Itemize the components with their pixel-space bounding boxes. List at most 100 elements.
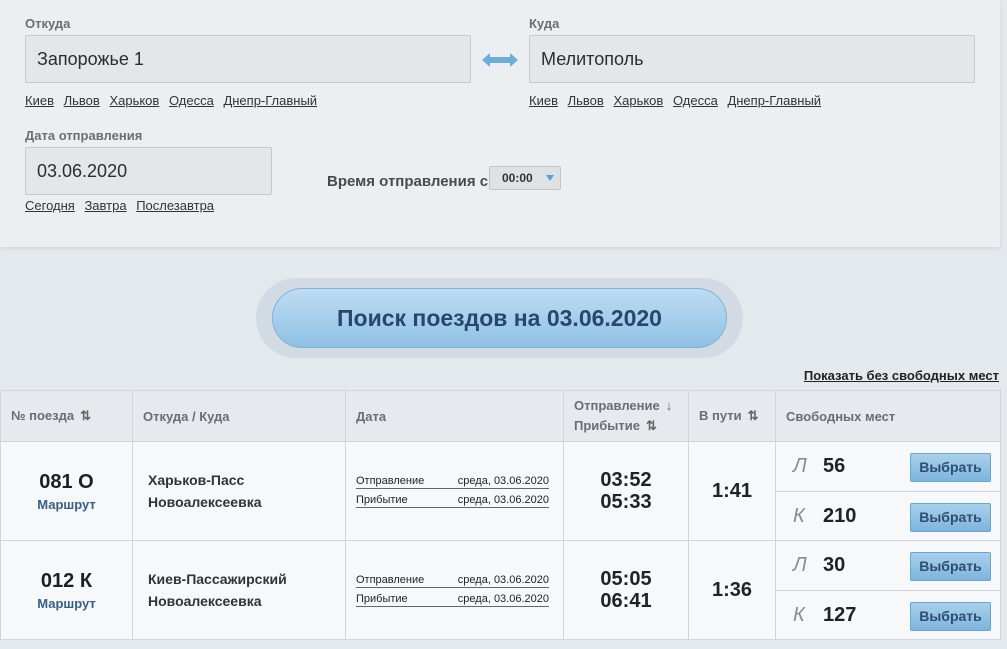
from-quick-city-link[interactable]: Одесса	[169, 93, 214, 108]
header-train-number[interactable]: № поезда ⇅	[0, 390, 133, 442]
sort-arrows-icon[interactable]: ⇅	[748, 408, 759, 423]
seat-type: Л	[793, 554, 807, 576]
arrival-time: 06:41	[600, 590, 652, 612]
header-arrival-label: Прибытие	[574, 418, 640, 433]
from-input[interactable]: Запорожье 1	[25, 35, 471, 83]
header-date: Дата	[345, 390, 564, 442]
to-quick-city-link[interactable]: Львов	[568, 93, 604, 108]
sort-arrows-icon[interactable]: ⇅	[80, 408, 91, 423]
from-station: Харьков-Пасс	[148, 472, 245, 488]
choose-button[interactable]: Выбрать	[910, 453, 991, 482]
from-quick-city-link[interactable]: Львов	[64, 93, 100, 108]
stations-cell: Харьков-Пасс Новоалексеевка	[132, 441, 346, 541]
train-number-cell: 012 К Маршрут	[0, 540, 133, 640]
departure-date-line: Отправление среда, 03.06.2020	[356, 475, 549, 489]
departure-time: 03:52	[600, 469, 652, 491]
departure-time-value: 00:00	[502, 171, 533, 185]
arrival-date-label: Прибытие	[356, 493, 408, 506]
arrival-date-line: Прибытие среда, 03.06.2020	[356, 593, 549, 607]
seat-class-line: Л 56 Выбрать	[776, 442, 1000, 491]
seat-count: 210	[823, 504, 857, 527]
dates-cell: Отправление среда, 03.06.2020 Прибытие сре…	[345, 441, 564, 541]
departure-time-label: Время отправления с	[327, 173, 489, 190]
arrival-date-label: Прибытие	[356, 592, 408, 605]
quick-date-tomorrow-link[interactable]: Завтра	[84, 198, 126, 213]
to-quick-city-link[interactable]: Харьков	[613, 93, 663, 108]
search-form-panel: Откуда Запорожье 1 Киев Львов Харьков Од…	[0, 0, 1000, 247]
seats-cell: Л 30 Выбрать К 127 Выбрать	[775, 540, 1001, 640]
header-seats: Свободных мест	[775, 390, 1001, 442]
choose-button[interactable]: Выбрать	[910, 602, 991, 631]
seats-cell: Л 56 Выбрать К 210 Выбрать	[775, 441, 1001, 541]
to-quick-cities: Киев Львов Харьков Одесса Днепр-Главный	[529, 93, 827, 108]
departure-date-line: Отправление среда, 03.06.2020	[356, 574, 549, 588]
dropdown-triangle-icon	[546, 175, 554, 181]
from-quick-city-link[interactable]: Днепр-Главный	[223, 93, 317, 108]
search-trains-button[interactable]: Поиск поездов на 03.06.2020	[272, 288, 727, 348]
from-label: Откуда	[25, 16, 71, 31]
train-number-cell: 081 О Маршрут	[0, 441, 133, 541]
header-duration-label: В пути	[699, 408, 742, 423]
header-departure-label: Отправление	[574, 398, 660, 413]
table-row: 081 О Маршрут Харьков-Пасс Новоалексеевк…	[0, 441, 1001, 541]
to-quick-city-link[interactable]: Одесса	[673, 93, 718, 108]
train-number: 012 К	[40, 569, 93, 592]
choose-button[interactable]: Выбрать	[910, 552, 991, 581]
departure-date-value: среда, 03.06.2020	[457, 573, 549, 586]
to-quick-city-link[interactable]: Днепр-Главный	[727, 93, 821, 108]
table-header-row: № поезда ⇅ Откуда / Куда Дата Отправление…	[0, 390, 1001, 442]
departure-date-label: Отправление	[356, 474, 425, 487]
header-duration[interactable]: В пути ⇅	[688, 390, 776, 442]
swap-arrows-icon[interactable]	[480, 50, 520, 70]
choose-button[interactable]: Выбрать	[910, 503, 991, 532]
to-station: Новоалексеевка	[148, 494, 262, 510]
departure-date-label: Отправление	[356, 573, 425, 586]
from-quick-cities: Киев Львов Харьков Одесса Днепр-Главный	[25, 93, 323, 108]
to-quick-city-link[interactable]: Киев	[529, 93, 558, 108]
times-cell: 05:05 06:41	[563, 540, 689, 640]
seat-class-line: К 210 Выбрать	[776, 491, 1000, 540]
duration-cell: 1:36	[688, 540, 776, 640]
sort-down-icon[interactable]: ↓	[666, 398, 673, 413]
seat-class-line: Л 30 Выбрать	[776, 541, 1000, 590]
seat-type: Л	[793, 455, 807, 477]
times-cell: 03:52 05:33	[563, 441, 689, 541]
to-station: Новоалексеевка	[148, 593, 262, 609]
departure-time-select[interactable]: 00:00	[489, 166, 561, 190]
trains-table: № поезда ⇅ Откуда / Куда Дата Отправление…	[0, 390, 1001, 640]
quick-date-today-link[interactable]: Сегодня	[25, 198, 75, 213]
search-button-wrap: Поиск поездов на 03.06.2020	[256, 278, 743, 358]
seat-count: 30	[823, 554, 846, 576]
duration-cell: 1:41	[688, 441, 776, 541]
route-link[interactable]: Маршрут	[1, 596, 132, 611]
departure-time: 05:05	[600, 568, 652, 590]
date-input[interactable]: 03.06.2020	[25, 147, 272, 195]
seat-class-line: К 127 Выбрать	[776, 590, 1000, 639]
train-number: 081 О	[39, 470, 94, 493]
show-without-seats-link[interactable]: Показать без свободных мест	[804, 368, 999, 383]
arrival-date-line: Прибытие среда, 03.06.2020	[356, 494, 549, 508]
arrival-date-value: среда, 03.06.2020	[457, 592, 549, 605]
seat-type: К	[793, 603, 805, 626]
departure-date-value: среда, 03.06.2020	[457, 474, 549, 487]
dates-cell: Отправление среда, 03.06.2020 Прибытие сре…	[345, 540, 564, 640]
from-station: Киев-Пассажирский	[148, 571, 287, 587]
arrival-time: 05:33	[600, 491, 652, 513]
seat-count: 127	[823, 603, 857, 626]
table-row: 012 К Маршрут Киев-Пассажирский Новоалек…	[0, 540, 1001, 640]
to-label: Куда	[529, 16, 560, 31]
header-route: Откуда / Куда	[132, 390, 346, 442]
seat-type: К	[793, 504, 805, 527]
from-quick-city-link[interactable]: Киев	[25, 93, 54, 108]
route-link[interactable]: Маршрут	[1, 497, 132, 512]
header-departure-arrival[interactable]: Отправление ↓ Прибытие ⇅	[563, 390, 689, 442]
stations-cell: Киев-Пассажирский Новоалексеевка	[132, 540, 346, 640]
header-train-number-label: № поезда	[11, 408, 75, 423]
seat-count: 56	[823, 455, 846, 477]
quick-dates: Сегодня Завтра Послезавтра	[25, 198, 220, 213]
sort-arrows-icon[interactable]: ⇅	[646, 418, 657, 433]
quick-date-after-tomorrow-link[interactable]: Послезавтра	[136, 198, 214, 213]
arrival-date-value: среда, 03.06.2020	[457, 493, 549, 506]
to-input[interactable]: Мелитополь	[529, 35, 975, 83]
from-quick-city-link[interactable]: Харьков	[109, 93, 159, 108]
